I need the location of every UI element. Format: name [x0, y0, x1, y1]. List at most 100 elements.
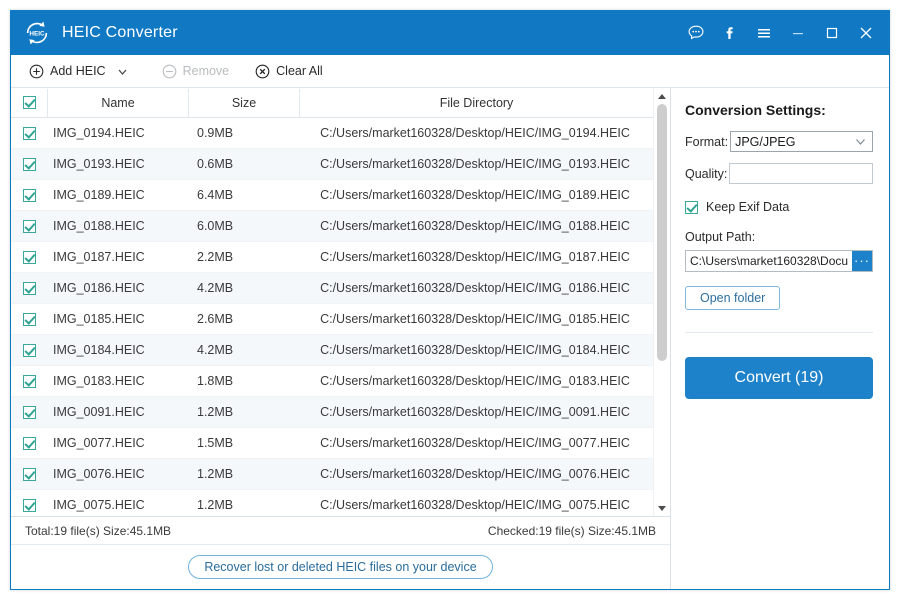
scrollbar-thumb[interactable] — [657, 104, 667, 361]
scroll-up-arrow-icon[interactable] — [654, 88, 670, 104]
cell-name: IMG_0188.HEIC — [47, 219, 187, 233]
row-checkbox[interactable] — [23, 468, 36, 481]
file-list-pane: Name Size File Directory IMG_0194.HEIC0.… — [11, 88, 671, 589]
table-row[interactable]: IMG_0193.HEIC0.6MBC:/Users/market160328/… — [11, 149, 653, 180]
cell-size: 4.2MB — [187, 343, 297, 357]
cell-name: IMG_0076.HEIC — [47, 467, 187, 481]
table-row[interactable]: IMG_0077.HEIC1.5MBC:/Users/market160328/… — [11, 428, 653, 459]
table-row[interactable]: IMG_0185.HEIC2.6MBC:/Users/market160328/… — [11, 304, 653, 335]
cell-name: IMG_0186.HEIC — [47, 281, 187, 295]
footer-bar: Recover lost or deleted HEIC files on yo… — [11, 544, 670, 589]
table-row[interactable]: IMG_0091.HEIC1.2MBC:/Users/market160328/… — [11, 397, 653, 428]
row-checkbox[interactable] — [23, 375, 36, 388]
cell-directory: C:/Users/market160328/Desktop/HEIC/IMG_0… — [297, 281, 653, 295]
table-row[interactable]: IMG_0186.HEIC4.2MBC:/Users/market160328/… — [11, 273, 653, 304]
remove-button[interactable]: Remove — [162, 64, 230, 79]
cell-directory: C:/Users/market160328/Desktop/HEIC/IMG_0… — [297, 498, 653, 512]
table-row[interactable]: IMG_0076.HEIC1.2MBC:/Users/market160328/… — [11, 459, 653, 490]
table-row[interactable]: IMG_0188.HEIC6.0MBC:/Users/market160328/… — [11, 211, 653, 242]
table-body: IMG_0194.HEIC0.9MBC:/Users/market160328/… — [11, 118, 653, 516]
header-size[interactable]: Size — [188, 89, 299, 117]
row-checkbox-cell — [11, 313, 47, 326]
clear-all-button[interactable]: Clear All — [255, 64, 323, 79]
row-checkbox[interactable] — [23, 344, 36, 357]
browse-folder-button[interactable]: ··· — [852, 251, 872, 271]
output-path-label: Output Path: — [685, 230, 873, 244]
table-row[interactable]: IMG_0183.HEIC1.8MBC:/Users/market160328/… — [11, 366, 653, 397]
cell-size: 6.4MB — [187, 188, 297, 202]
close-button[interactable] — [849, 16, 883, 50]
add-heic-button[interactable]: Add HEIC — [29, 64, 106, 79]
quality-control[interactable] — [729, 163, 873, 184]
row-checkbox-cell — [11, 375, 47, 388]
output-path-input[interactable]: C:\Users\market160328\Docu — [686, 251, 852, 271]
keep-exif-checkbox[interactable] — [685, 201, 698, 214]
table-row[interactable]: IMG_0194.HEIC0.9MBC:/Users/market160328/… — [11, 118, 653, 149]
scroll-down-arrow-icon[interactable] — [654, 500, 670, 516]
output-path-row: C:\Users\market160328\Docu ··· — [685, 250, 873, 272]
format-label: Format: — [685, 135, 728, 149]
clear-all-label: Clear All — [276, 64, 323, 78]
row-checkbox[interactable] — [23, 220, 36, 233]
row-checkbox-cell — [11, 220, 47, 233]
row-checkbox[interactable] — [23, 282, 36, 295]
maximize-button[interactable] — [815, 16, 849, 50]
row-checkbox-cell — [11, 282, 47, 295]
cell-directory: C:/Users/market160328/Desktop/HEIC/IMG_0… — [297, 374, 653, 388]
row-checkbox[interactable] — [23, 158, 36, 171]
main-body: Name Size File Directory IMG_0194.HEIC0.… — [11, 88, 889, 589]
scrollbar-track[interactable] — [654, 104, 670, 500]
cell-directory: C:/Users/market160328/Desktop/HEIC/IMG_0… — [297, 219, 653, 233]
convert-button[interactable]: Convert (19) — [685, 357, 873, 399]
row-checkbox[interactable] — [23, 437, 36, 450]
format-select[interactable]: JPG/JPEG — [730, 131, 873, 152]
row-checkbox[interactable] — [23, 189, 36, 202]
row-checkbox[interactable] — [23, 406, 36, 419]
app-title: HEIC Converter — [62, 24, 679, 42]
feedback-icon[interactable] — [679, 16, 713, 50]
cell-size: 2.6MB — [187, 312, 297, 326]
row-checkbox-cell — [11, 127, 47, 140]
keep-exif-row[interactable]: Keep Exif Data — [685, 200, 873, 214]
open-folder-button[interactable]: Open folder — [685, 286, 780, 310]
table-row[interactable]: IMG_0187.HEIC2.2MBC:/Users/market160328/… — [11, 242, 653, 273]
minimize-button[interactable] — [781, 16, 815, 50]
row-checkbox[interactable] — [23, 127, 36, 140]
select-all-checkbox[interactable] — [23, 96, 36, 109]
app-root: HEIC HEIC Converter — [0, 0, 900, 600]
cell-size: 2.2MB — [187, 250, 297, 264]
remove-label: Remove — [183, 64, 230, 78]
cell-name: IMG_0194.HEIC — [47, 126, 187, 140]
row-checkbox[interactable] — [23, 251, 36, 264]
status-total: Total:19 file(s) Size:45.1MB — [25, 524, 171, 538]
row-checkbox-cell — [11, 344, 47, 357]
menu-icon[interactable] — [747, 16, 781, 50]
header-directory[interactable]: File Directory — [299, 89, 653, 117]
cell-name: IMG_0075.HEIC — [47, 498, 187, 512]
conversion-settings-pane: Conversion Settings: Format: JPG/JPEG Qu… — [671, 88, 889, 589]
file-table: Name Size File Directory IMG_0194.HEIC0.… — [11, 88, 670, 516]
cell-directory: C:/Users/market160328/Desktop/HEIC/IMG_0… — [297, 250, 653, 264]
heic-refresh-logo-icon: HEIC — [23, 19, 51, 47]
format-row: Format: JPG/JPEG — [685, 131, 873, 152]
header-name[interactable]: Name — [47, 89, 188, 117]
file-list-scrollbar[interactable] — [653, 88, 670, 516]
row-checkbox-cell — [11, 406, 47, 419]
table-row[interactable]: IMG_0075.HEIC1.2MBC:/Users/market160328/… — [11, 490, 653, 516]
toolbar: Add HEIC Remove — [11, 55, 889, 88]
quality-row: Quality: — [685, 163, 873, 184]
facebook-icon[interactable] — [713, 16, 747, 50]
cell-size: 4.2MB — [187, 281, 297, 295]
settings-divider — [685, 332, 873, 333]
table-row[interactable]: IMG_0184.HEIC4.2MBC:/Users/market160328/… — [11, 335, 653, 366]
plus-circle-icon — [29, 64, 44, 79]
cell-size: 1.2MB — [187, 498, 297, 512]
table-row[interactable]: IMG_0189.HEIC6.4MBC:/Users/market160328/… — [11, 180, 653, 211]
x-circle-icon — [255, 64, 270, 79]
add-heic-chevron-down-icon[interactable] — [110, 58, 136, 84]
cell-directory: C:/Users/market160328/Desktop/HEIC/IMG_0… — [297, 157, 653, 171]
row-checkbox[interactable] — [23, 499, 36, 512]
recover-files-button[interactable]: Recover lost or deleted HEIC files on yo… — [188, 555, 492, 579]
row-checkbox[interactable] — [23, 313, 36, 326]
cell-size: 1.8MB — [187, 374, 297, 388]
